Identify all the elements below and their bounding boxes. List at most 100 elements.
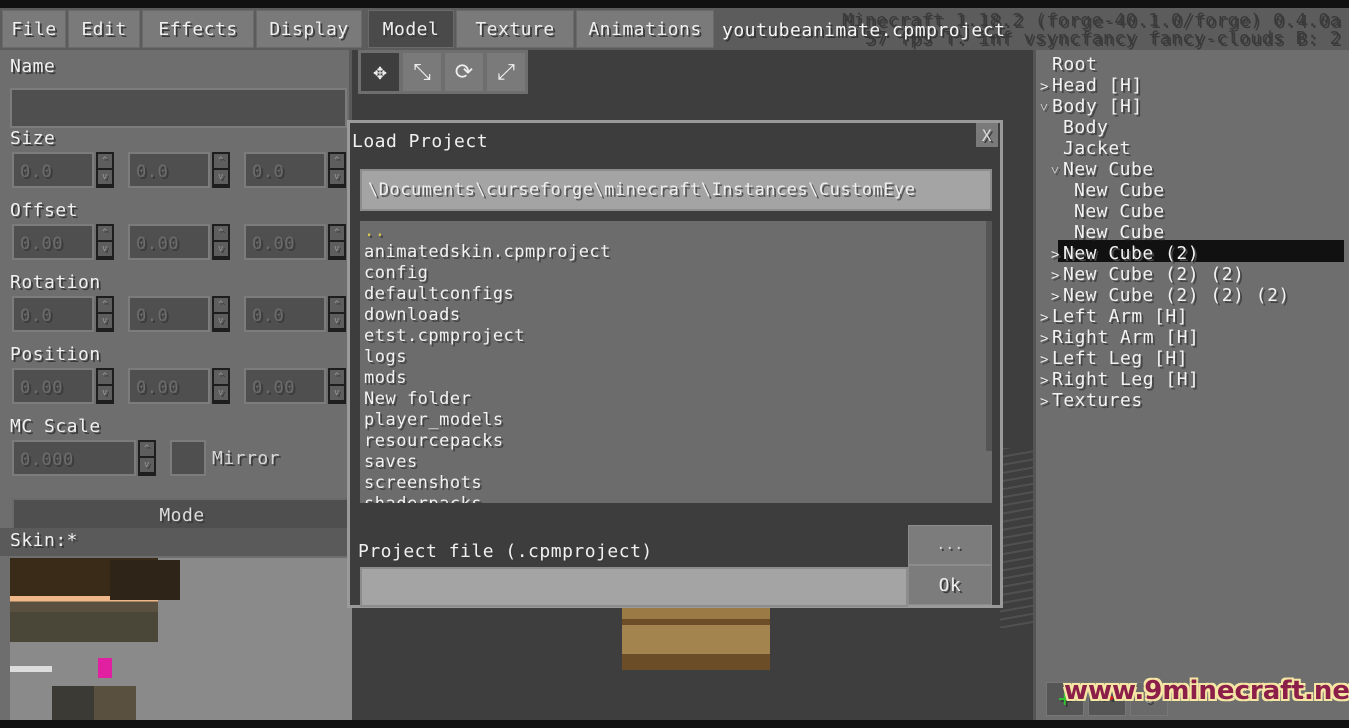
resize-icon[interactable]: ⤡	[403, 53, 441, 91]
position-y-stepper[interactable]: ^ v	[212, 368, 230, 404]
tree-item[interactable]: > New Cube (2) (2) (2)	[1051, 285, 1290, 306]
file-item[interactable]: player_models	[364, 410, 504, 430]
offset-x-field[interactable]: 0.00	[12, 224, 94, 260]
browse-button[interactable]: ...	[908, 525, 992, 565]
rotation-z-stepper[interactable]: ^ v	[328, 296, 346, 332]
file-item[interactable]: etst.cpmproject	[364, 326, 525, 346]
menu-effects[interactable]: Effects	[142, 10, 254, 48]
name-input[interactable]	[10, 88, 347, 128]
size-x-field[interactable]: 0.0	[12, 152, 94, 188]
chevron-right-icon[interactable]: >	[1040, 79, 1052, 95]
top-letterbox	[0, 0, 1349, 8]
tree-item[interactable]: Root	[1040, 54, 1097, 75]
skin-pink-mark	[98, 658, 112, 678]
tree-item[interactable]: New Cube	[1062, 180, 1165, 201]
position-x-stepper[interactable]: ^ v	[96, 368, 114, 404]
close-button[interactable]: X	[976, 123, 998, 147]
tree-item[interactable]: ˅ New Cube	[1051, 159, 1154, 180]
mode-button[interactable]: Mode	[12, 498, 352, 532]
size-label: Size	[10, 128, 56, 149]
position-z-field[interactable]: 0.00	[244, 368, 326, 404]
offset-y-stepper[interactable]: ^ v	[212, 224, 230, 260]
file-item[interactable]: saves	[364, 452, 418, 472]
tree-item[interactable]: Body	[1051, 117, 1108, 138]
chevron-right-icon[interactable]: >	[1051, 289, 1063, 305]
tree-item[interactable]: > Left Arm [H]	[1040, 306, 1188, 327]
offset-x-stepper[interactable]: ^ v	[96, 224, 114, 260]
rotate-icon[interactable]: ⟳	[445, 53, 483, 91]
tree-item[interactable]: > Head [H]	[1040, 75, 1143, 96]
tab-texture[interactable]: Texture	[456, 10, 574, 48]
size-z-field[interactable]: 0.0	[244, 152, 326, 188]
model-block	[622, 606, 770, 670]
offset-icon[interactable]: ⤢	[487, 53, 525, 91]
size-y-stepper[interactable]: ^ v	[212, 152, 230, 188]
tree-item-label: New Cube	[1074, 201, 1165, 222]
chevron-right-icon[interactable]: >	[1040, 394, 1052, 410]
position-y-field[interactable]: 0.00	[128, 368, 210, 404]
skin-texture-preview[interactable]	[10, 558, 352, 720]
file-list[interactable]: .. animatedskin.cpmproject config defaultco…	[360, 221, 992, 503]
mc-scale-field[interactable]: 0.000	[12, 440, 136, 476]
parent-directory-item[interactable]: ..	[364, 221, 385, 241]
file-item[interactable]: shaderpacks	[364, 494, 482, 503]
position-z-stepper[interactable]: ^ v	[328, 368, 346, 404]
file-item[interactable]: logs	[364, 347, 407, 367]
tree-item-label: Root	[1052, 54, 1098, 75]
file-item[interactable]: New folder	[364, 389, 471, 409]
tree-item[interactable]: > Right Leg [H]	[1040, 369, 1199, 390]
size-x-stepper[interactable]: ^ v	[96, 152, 114, 188]
rotation-y-field[interactable]: 0.0	[128, 296, 210, 332]
offset-z-field[interactable]: 0.00	[244, 224, 326, 260]
tab-model[interactable]: Model	[368, 10, 454, 48]
tree-item[interactable]: > New Cube (2) (2)	[1051, 264, 1244, 285]
chevron-right-icon[interactable]: >	[1051, 247, 1063, 263]
file-item[interactable]: mods	[364, 368, 407, 388]
mc-scale-stepper[interactable]: ^ v	[138, 440, 156, 476]
tree-item[interactable]: New Cube	[1062, 222, 1165, 243]
ok-button[interactable]: Ok	[908, 565, 992, 605]
chevron-down-icon[interactable]: ˅	[1040, 100, 1052, 117]
chevron-right-icon[interactable]: >	[1040, 310, 1052, 326]
file-item[interactable]: resourcepacks	[364, 431, 504, 451]
tree-item[interactable]: > Textures	[1040, 390, 1143, 411]
menu-file[interactable]: File	[2, 10, 66, 48]
size-y-field[interactable]: 0.0	[128, 152, 210, 188]
chevron-right-icon[interactable]: >	[1040, 373, 1052, 389]
tab-animations[interactable]: Animations	[576, 10, 714, 48]
chevron-right-icon[interactable]: >	[1040, 331, 1052, 347]
rotation-y-stepper[interactable]: ^ v	[212, 296, 230, 332]
tree-item[interactable]: Jacket	[1051, 138, 1131, 159]
tree-item-label: Head [H]	[1052, 75, 1143, 96]
menu-display[interactable]: Display	[256, 10, 362, 48]
file-item[interactable]: downloads	[364, 305, 461, 325]
chevron-right-icon[interactable]: >	[1040, 352, 1052, 368]
rotation-x-field[interactable]: 0.0	[12, 296, 94, 332]
file-item[interactable]: defaultconfigs	[364, 284, 514, 304]
file-item[interactable]: animatedskin.cpmproject	[364, 242, 611, 262]
menu-edit[interactable]: Edit	[68, 10, 140, 48]
tree-item-label: Left Leg [H]	[1052, 348, 1189, 369]
file-list-scrollbar[interactable]	[986, 221, 992, 451]
tree-item-selected[interactable]: > New Cube (2)	[1051, 243, 1199, 264]
transform-toolbar: ✥ ⤡ ⟳ ⤢	[358, 50, 528, 94]
file-item[interactable]: config	[364, 263, 428, 283]
chevron-right-icon[interactable]: >	[1051, 268, 1063, 284]
chevron-down-icon[interactable]: ˅	[1051, 163, 1063, 180]
offset-y-field[interactable]: 0.00	[128, 224, 210, 260]
tree-item[interactable]: > Right Arm [H]	[1040, 327, 1199, 348]
tree-item[interactable]: New Cube	[1062, 201, 1165, 222]
offset-z-stepper[interactable]: ^ v	[328, 224, 346, 260]
tree-item[interactable]: > Left Leg [H]	[1040, 348, 1188, 369]
project-file-input[interactable]	[360, 567, 908, 607]
rotation-z-field[interactable]: 0.0	[244, 296, 326, 332]
size-z-stepper[interactable]: ^ v	[328, 152, 346, 188]
tree-item[interactable]: ˅ Body [H]	[1040, 96, 1143, 117]
mirror-checkbox[interactable]	[170, 440, 206, 476]
path-input[interactable]: \Documents\curseforge\minecraft\Instance…	[360, 169, 992, 211]
rotation-x-stepper[interactable]: ^ v	[96, 296, 114, 332]
move-icon[interactable]: ✥	[361, 53, 399, 91]
file-item[interactable]: screenshots	[364, 473, 482, 493]
tree-item-label: Right Leg [H]	[1052, 369, 1200, 390]
position-x-field[interactable]: 0.00	[12, 368, 94, 404]
